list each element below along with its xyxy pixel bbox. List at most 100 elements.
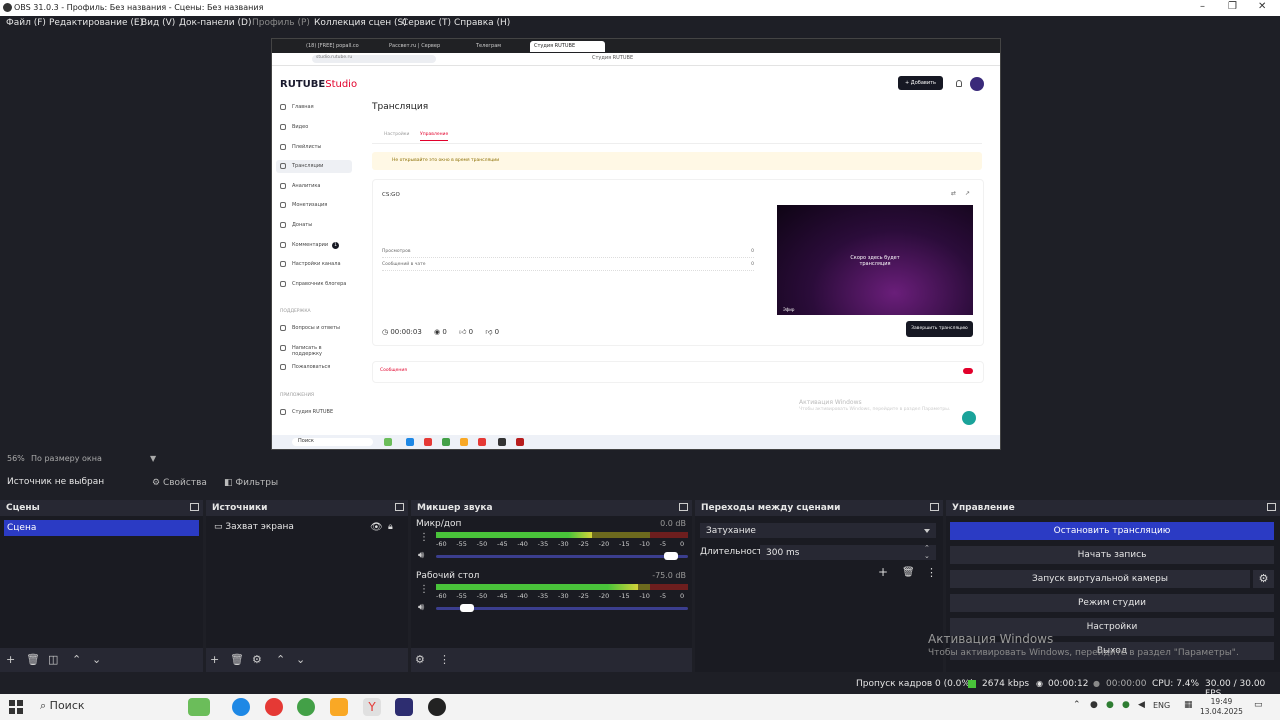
gear-icon[interactable]: ⚙ [252, 653, 262, 666]
start-recording-button[interactable]: Начать запись [950, 546, 1274, 564]
external-link-icon[interactable]: ↗ [965, 190, 970, 197]
undock-icon[interactable] [395, 503, 404, 511]
browser-tab[interactable]: Телеграм [472, 41, 532, 52]
nav-item-analytics[interactable]: Аналитика [276, 180, 352, 193]
speaker-icon[interactable]: 🔊︎ [418, 550, 424, 561]
tray-icon[interactable]: ● [1122, 700, 1130, 710]
nav-item-channel-settings[interactable]: Настройки канала [276, 258, 352, 271]
kebab-menu-icon[interactable]: ⋮ [439, 653, 450, 666]
undock-icon[interactable] [190, 503, 199, 511]
network-icon[interactable]: ▦ [1184, 700, 1193, 710]
source-item[interactable]: ▭ Захват экрана [214, 522, 294, 532]
lock-icon[interactable]: 🔒︎ [388, 522, 393, 532]
start-virtual-camera-button[interactable]: Запуск виртуальной камеры [950, 570, 1250, 588]
browser-tab[interactable]: Рассвет.ru | Сервер [385, 41, 455, 52]
microphone-icon[interactable]: ● [1090, 700, 1098, 710]
chat-bubble-icon[interactable] [962, 411, 976, 425]
video-player[interactable]: Скоро здесь будет трансляция Эфир [777, 205, 973, 315]
share-icon[interactable]: ⇄ [951, 190, 956, 197]
menu-tools[interactable]: Сервис (T) [402, 18, 451, 28]
undock-icon[interactable] [1267, 503, 1276, 511]
kebab-menu-icon[interactable]: ⋮ [926, 566, 937, 579]
move-down-icon[interactable]: ⌄ [296, 653, 305, 666]
menu-scene-collection[interactable]: Коллекция сцен (S) [314, 18, 407, 28]
trash-icon[interactable]: 🗑︎ [902, 567, 915, 578]
nav-item-playlists[interactable]: Плейлисты [276, 141, 352, 154]
kebab-menu-icon[interactable]: ⋮ [419, 532, 429, 543]
yandex-icon[interactable] [265, 698, 283, 716]
add-icon[interactable]: + [878, 565, 888, 579]
browser-tab[interactable]: (18) [FREE] popall.co [302, 41, 372, 52]
url-field[interactable]: studio.rutube.ru [312, 55, 436, 63]
slider-knob[interactable] [664, 552, 679, 560]
filters-button[interactable]: ◧ Фильтры [218, 475, 284, 491]
zoom-mode-select[interactable]: По размеру окна [31, 454, 102, 463]
taskbar-widget-icon[interactable] [188, 698, 210, 716]
tab-management[interactable]: Управление [420, 132, 449, 141]
speaker-icon[interactable]: 🔊︎ [418, 602, 424, 613]
transition-select[interactable]: Затухание [700, 523, 936, 538]
end-stream-button[interactable]: Завершить трансляцию [906, 321, 973, 337]
undock-icon[interactable] [930, 503, 939, 511]
volume-icon[interactable]: ◀ [1138, 700, 1145, 710]
stepper-up-icon[interactable]: ⌃ [924, 544, 930, 552]
notification-icon[interactable]: ▭ [1254, 700, 1263, 710]
move-down-icon[interactable]: ⌄ [92, 653, 101, 666]
add-button[interactable]: + Добавить [898, 76, 943, 90]
menu-help[interactable]: Справка (H) [454, 18, 510, 28]
yandex-browser-icon[interactable]: Y [363, 698, 381, 716]
menu-file[interactable]: Файл (F) [6, 18, 46, 28]
obs-taskbar-icon[interactable] [428, 698, 446, 716]
taskbar-clock[interactable]: 19:49 13.04.2025 [1200, 697, 1243, 717]
edge-icon[interactable] [232, 698, 250, 716]
move-up-icon[interactable]: ⌃ [72, 653, 81, 666]
slider-knob[interactable] [459, 604, 474, 612]
tab-settings[interactable]: Настройки [384, 132, 409, 137]
chevron-up-icon[interactable]: ⌃ [1073, 700, 1081, 710]
menu-docks[interactable]: Док-панели (D) [179, 18, 251, 28]
close-icon[interactable]: ✕ [1258, 1, 1266, 12]
stepper-down-icon[interactable]: ⌄ [924, 552, 930, 560]
menu-edit[interactable]: Редактирование (E) [49, 18, 143, 28]
folder-icon[interactable] [330, 698, 348, 716]
browser-tab-active[interactable]: Студия RUTUBE [530, 41, 605, 52]
studio-mode-button[interactable]: Режим студии [950, 594, 1274, 612]
duration-field[interactable]: 300 ms ⌃ ⌄ [760, 544, 936, 560]
nav-item-donations[interactable]: Донаты [276, 219, 352, 232]
windows-start-icon[interactable] [9, 700, 23, 714]
nav-item-report[interactable]: Пожаловаться [276, 361, 352, 374]
nav-item-faq[interactable]: Вопросы и ответы [276, 322, 352, 335]
filter-icon[interactable]: ◫ [48, 653, 58, 666]
scene-item[interactable]: Сцена [4, 520, 199, 536]
minimize-icon[interactable]: – [1200, 1, 1205, 12]
add-icon[interactable]: + [210, 653, 219, 666]
volume-slider[interactable] [436, 604, 688, 612]
nav-item-contact-support[interactable]: Написать в поддержку [276, 342, 352, 357]
bell-icon[interactable] [956, 80, 962, 87]
nav-item-studio-app[interactable]: Студия RUTUBE [276, 406, 352, 419]
move-up-icon[interactable]: ⌃ [276, 653, 285, 666]
chat-toggle[interactable] [963, 368, 973, 374]
nav-item-home[interactable]: Главная [276, 101, 352, 114]
trash-icon[interactable]: 🗑︎ [230, 653, 244, 666]
nav-item-monetization[interactable]: Монетизация [276, 199, 352, 212]
tray-icon[interactable]: ● [1106, 700, 1114, 710]
menu-view[interactable]: Вид (V) [141, 18, 175, 28]
gear-icon[interactable]: ⚙ [415, 653, 425, 666]
chrome-icon[interactable] [297, 698, 315, 716]
preview-browser-capture[interactable]: (18) [FREE] popall.co Рассвет.ru | Серве… [271, 38, 1001, 450]
nav-item-streams[interactable]: Трансляции [276, 160, 352, 173]
menu-profile[interactable]: Профиль (P) [252, 18, 310, 28]
nav-item-blogger-guide[interactable]: Справочник блогера [276, 278, 352, 291]
language-indicator[interactable]: ENG [1153, 701, 1170, 710]
eye-icon[interactable]: 👁︎ [370, 522, 383, 533]
volume-slider[interactable] [436, 552, 688, 560]
properties-button[interactable]: ⚙ Свойства [146, 475, 213, 491]
avatar[interactable] [970, 77, 984, 91]
trash-icon[interactable]: 🗑︎ [26, 653, 40, 666]
undock-icon[interactable] [679, 503, 688, 511]
chevron-down-icon[interactable]: ▼ [150, 454, 156, 463]
kebab-menu-icon[interactable]: ⋮ [419, 584, 429, 595]
add-icon[interactable]: + [6, 653, 15, 666]
taskbar-search[interactable]: ⌕ Поиск [40, 699, 85, 713]
